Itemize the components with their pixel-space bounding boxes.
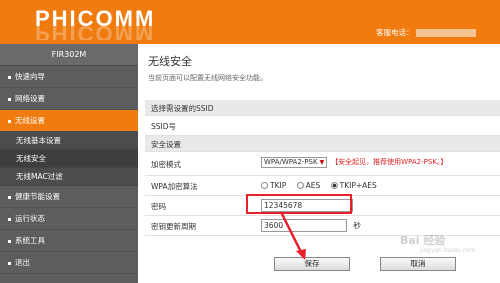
- bullet-icon: [8, 119, 11, 123]
- bullet-icon: [8, 217, 11, 221]
- model-name: FIR302M: [0, 44, 138, 66]
- encryption-value-group: WPA/WPA2-PSK ▼ 【安全起见，推荐使用WPA2-PSK。】: [261, 157, 447, 168]
- section-security-title: 安全设置: [151, 140, 181, 149]
- encryption-mode-select[interactable]: WPA/WPA2-PSK ▼: [261, 157, 328, 168]
- radio-tkip-label: TKIP: [270, 181, 287, 190]
- sidebar: FIR302M 快速向导 网络设置 无线设置 无线基本设置 无线安全 无线MAC…: [0, 44, 138, 283]
- encryption-label: 加密模式: [151, 160, 181, 169]
- rekey-field-wrap: 3600 秒: [261, 219, 361, 232]
- sidebar-item-power-saving[interactable]: 健康节能设置: [0, 186, 138, 208]
- encryption-row: 加密模式 WPA/WPA2-PSK ▼ 【安全起见，推荐使用WPA2-PSK。】: [145, 152, 500, 176]
- sidebar-item-label: 无线设置: [15, 116, 45, 125]
- page-description: 当前页面可以配置无线网络安全功能。: [148, 74, 267, 82]
- save-button[interactable]: 保存: [274, 257, 350, 271]
- rekey-input[interactable]: 3600: [261, 219, 347, 232]
- bullet-icon: [8, 239, 11, 243]
- page-title: 无线安全: [148, 55, 192, 68]
- sidebar-item-quick-setup[interactable]: 快速向导: [0, 66, 138, 88]
- radio-circle-icon: [296, 182, 304, 189]
- bullet-icon: [8, 75, 11, 79]
- radio-selected-icon: [330, 182, 338, 189]
- hotline-number-blurred: [415, 29, 476, 37]
- sidebar-item-label: 快速向导: [15, 72, 45, 81]
- algorithm-label: WPA加密算法: [151, 182, 198, 191]
- sidebar-item-label: 运行状态: [15, 214, 45, 223]
- header-bar: PHICOMM PHICOMM 客服电话：: [0, 0, 500, 44]
- rekey-label: 密钥更新周期: [151, 222, 196, 231]
- hotline-label: 客服电话：: [376, 27, 476, 38]
- section-security-header: 安全设置: [145, 136, 500, 152]
- algorithm-options: TKIP AES TKIP+AES: [261, 181, 385, 190]
- encryption-mode-value: WPA/WPA2-PSK: [264, 158, 318, 166]
- radio-tkip[interactable]: TKIP: [261, 181, 286, 190]
- rekey-row: 密钥更新周期 3600 秒: [145, 216, 500, 236]
- baidu-watermark: Bai 经验: [400, 234, 446, 247]
- password-highlight-box: [246, 194, 352, 214]
- sidebar-item-label: 健康节能设置: [15, 192, 60, 201]
- rekey-unit: 秒: [353, 221, 361, 230]
- sidebar-item-label: 退出: [15, 258, 30, 267]
- sidebar-item-label: 系统工具: [15, 236, 45, 245]
- bullet-icon: [8, 195, 11, 199]
- sidebar-item-label: 网络设置: [15, 94, 45, 103]
- encryption-warning: 【安全起见，推荐使用WPA2-PSK。】: [331, 158, 448, 166]
- logo-reflection: PHICOMM: [35, 26, 156, 40]
- sidebar-item-network[interactable]: 网络设置: [0, 88, 138, 110]
- hotline-text: 客服电话：: [376, 28, 414, 37]
- cancel-button[interactable]: 取消: [380, 257, 456, 271]
- algorithm-row: WPA加密算法 TKIP AES TKIP+AES: [145, 176, 500, 196]
- sidebar-item-logout[interactable]: 退出: [0, 252, 138, 274]
- section-ssid-header: 选择需设置的SSID: [145, 100, 500, 116]
- dropdown-arrow-icon: ▼: [319, 159, 325, 166]
- baidu-watermark-url: jingyan.baidu.com: [420, 247, 476, 254]
- radio-aes-label: AES: [305, 181, 321, 190]
- sidebar-subitem-wireless-security[interactable]: 无线安全: [0, 150, 138, 168]
- bullet-icon: [8, 97, 11, 101]
- radio-circle-icon: [261, 182, 268, 189]
- section-ssid-title: 选择需设置的SSID: [151, 104, 214, 113]
- ssid-row: SSID号: [145, 116, 500, 136]
- password-label: 密码: [151, 202, 166, 211]
- radio-tkip-aes[interactable]: TKIP+AES: [330, 181, 377, 190]
- sidebar-item-wireless[interactable]: 无线设置: [0, 110, 138, 132]
- radio-aes[interactable]: AES: [296, 181, 321, 190]
- sidebar-subitem-mac-filter[interactable]: 无线MAC过滤: [0, 168, 138, 186]
- ssid-label: SSID号: [151, 122, 177, 131]
- radio-tkip-aes-label: TKIP+AES: [339, 181, 377, 190]
- sidebar-item-status[interactable]: 运行状态: [0, 208, 138, 230]
- bullet-icon: [8, 261, 11, 265]
- sidebar-subitem-wireless-basic[interactable]: 无线基本设置: [0, 132, 138, 150]
- sidebar-item-system-tools[interactable]: 系统工具: [0, 230, 138, 252]
